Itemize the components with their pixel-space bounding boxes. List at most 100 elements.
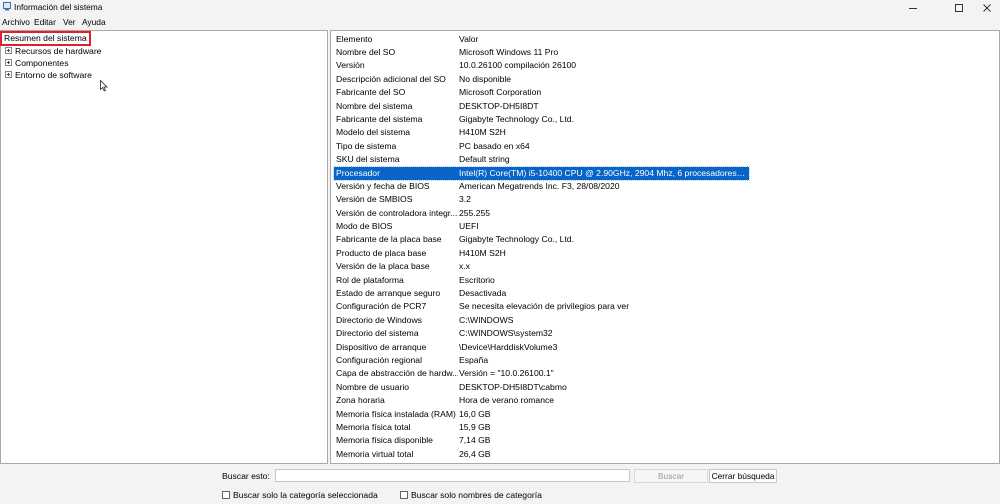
close-button[interactable] xyxy=(972,0,1000,15)
details-list[interactable]: Elemento Valor Nombre del SO Microsoft Wi… xyxy=(330,30,1000,464)
cell-elemento: Rol de plataforma xyxy=(336,274,404,285)
cell-elemento: Memoria física instalada (RAM) xyxy=(336,408,456,419)
menu-editar[interactable]: Editar xyxy=(34,17,56,27)
maximize-button[interactable] xyxy=(944,0,974,15)
cell-elemento: SKU del sistema xyxy=(336,154,400,165)
cell-elemento: Fabricante del SO xyxy=(336,87,406,98)
table-row[interactable]: Nombre de usuario DESKTOP-DH5I8DT\cabmo xyxy=(331,381,999,394)
maximize-icon xyxy=(955,3,963,12)
table-row[interactable]: Producto de placa base H410M S2H xyxy=(331,247,999,260)
table-row[interactable]: Versión de la placa base x.x xyxy=(331,260,999,273)
search-button[interactable]: Buscar xyxy=(634,469,708,483)
menu-ayuda[interactable]: Ayuda xyxy=(82,17,106,27)
search-category-names-checkbox[interactable]: Buscar solo nombres de categoría xyxy=(400,490,542,501)
tree-item-entorno-de-software[interactable]: Entorno de software xyxy=(5,69,92,81)
category-tree[interactable]: Resumen del sistema Recursos de hardware… xyxy=(0,30,328,464)
table-row[interactable]: Memoria física disponible 7,14 GB xyxy=(331,434,999,447)
cell-valor: Default string xyxy=(459,154,510,165)
table-row[interactable]: Directorio del sistema C:\WINDOWS\system3… xyxy=(331,327,999,340)
list-rows: Nombre del SO Microsoft Windows 11 Pro Ver… xyxy=(331,46,999,461)
cell-elemento: Directorio del sistema xyxy=(336,328,419,339)
table-row[interactable]: Capa de abstracción de hardw... Versión =… xyxy=(331,367,999,380)
tree-item-resumen-del-sistema[interactable]: Resumen del sistema xyxy=(0,31,91,46)
table-row[interactable]: Fabricante de la placa base Gigabyte Tech… xyxy=(331,233,999,246)
cell-valor: H410M S2H xyxy=(459,247,506,258)
table-row[interactable]: SKU del sistema Default string xyxy=(331,153,999,166)
table-row[interactable]: Memoria física instalada (RAM) 16,0 GB xyxy=(331,408,999,421)
table-row[interactable]: Modo de BIOS UEFI xyxy=(331,220,999,233)
expand-icon[interactable] xyxy=(5,47,12,55)
table-row[interactable]: Dispositivo de arranque \Device\HarddiskV… xyxy=(331,341,999,354)
checkbox-label: Buscar solo nombres de categoría xyxy=(411,490,542,500)
cell-valor: UEFI xyxy=(459,221,479,232)
table-row[interactable]: Configuración regional España xyxy=(331,354,999,367)
checkbox-box[interactable] xyxy=(222,490,230,499)
cell-valor: España xyxy=(459,354,489,365)
table-row[interactable]: Fabricante del sistema Gigabyte Technolog… xyxy=(331,113,999,126)
cell-valor: Gigabyte Technology Co., Ltd. xyxy=(459,234,574,245)
cell-valor: x.x xyxy=(459,261,470,272)
cell-valor: C:\WINDOWS xyxy=(459,314,514,325)
menu-ver[interactable]: Ver xyxy=(63,17,76,27)
cell-valor: Se necesita elevación de privilegios par… xyxy=(459,301,630,312)
table-row[interactable]: Versión de SMBIOS 3.2 xyxy=(331,193,999,206)
cell-valor: C:\WINDOWS\system32 xyxy=(459,328,553,339)
column-header-elemento[interactable]: Elemento xyxy=(336,34,372,44)
tree-item-label: Componentes xyxy=(15,58,69,68)
cell-valor: H410M S2H xyxy=(459,127,506,138)
cell-elemento: Fabricante del sistema xyxy=(336,113,423,124)
cell-elemento: Versión de la placa base xyxy=(336,261,430,272)
cell-valor: 3.2 xyxy=(459,194,471,205)
cell-elemento: Memoria física disponible xyxy=(336,435,433,446)
cell-elemento: Configuración de PCR7 xyxy=(336,301,427,312)
table-row[interactable]: Versión 10.0.26100 compilación 26100 xyxy=(331,59,999,72)
cell-elemento: Nombre del sistema xyxy=(336,100,413,111)
table-row[interactable]: Procesador Intel(R) Core(TM) i5-10400 CPU… xyxy=(331,165,999,181)
table-row[interactable]: Descripción adicional del SO No disponibl… xyxy=(331,73,999,86)
expand-icon[interactable] xyxy=(5,71,12,79)
tree-item-recursos-de-hardware[interactable]: Recursos de hardware xyxy=(5,45,101,57)
table-row[interactable]: Memoria física total 15,9 GB xyxy=(331,421,999,434)
cell-valor: Hora de verano romance xyxy=(459,395,555,406)
cell-elemento: Directorio de Windows xyxy=(336,314,422,325)
table-row[interactable]: Zona horaria Hora de verano romance xyxy=(331,394,999,407)
table-row[interactable]: Nombre del SO Microsoft Windows 11 Pro xyxy=(331,46,999,59)
table-row[interactable]: Rol de plataforma Escritorio xyxy=(331,274,999,287)
expand-icon[interactable] xyxy=(5,59,12,67)
cell-valor: 7,14 GB xyxy=(459,435,491,446)
tree-item-componentes[interactable]: Componentes xyxy=(5,57,69,69)
search-input[interactable] xyxy=(275,469,630,482)
table-row[interactable]: Fabricante del SO Microsoft Corporation xyxy=(331,86,999,99)
table-row[interactable]: Configuración de PCR7 Se necesita elevaci… xyxy=(331,300,999,313)
cell-elemento: Memoria física total xyxy=(336,421,411,432)
table-row[interactable]: Versión y fecha de BIOS American Megatren… xyxy=(331,180,999,193)
table-row[interactable]: Nombre del sistema DESKTOP-DH5I8DT xyxy=(331,100,999,113)
table-row[interactable]: Tipo de sistema PC basado en x64 xyxy=(331,140,999,153)
cell-elemento: Configuración regional xyxy=(336,354,422,365)
cell-valor: PC basado en x64 xyxy=(459,140,530,151)
table-row[interactable]: Estado de arranque seguro Desactivada xyxy=(331,287,999,300)
window-title: Información del sistema xyxy=(14,2,103,12)
cell-elemento: Modelo del sistema xyxy=(336,127,411,138)
search-selected-category-checkbox[interactable]: Buscar solo la categoría seleccionada xyxy=(222,490,378,501)
cell-elemento: Zona horaria xyxy=(336,395,385,406)
checkbox-box[interactable] xyxy=(400,490,408,499)
table-row[interactable]: Directorio de Windows C:\WINDOWS xyxy=(331,314,999,327)
cell-valor: 10.0.26100 compilación 26100 xyxy=(459,60,577,71)
table-row[interactable]: Memoria virtual total 26,4 GB xyxy=(331,448,999,461)
menu-archivo[interactable]: Archivo xyxy=(2,17,30,27)
cell-valor: Gigabyte Technology Co., Ltd. xyxy=(459,113,574,124)
checkbox-label: Buscar solo la categoría seleccionada xyxy=(233,490,378,500)
minimize-button[interactable] xyxy=(898,0,928,15)
system-info-app-icon xyxy=(3,2,11,11)
cell-elemento: Versión xyxy=(336,60,365,71)
close-icon xyxy=(983,3,991,12)
cell-elemento: Procesador xyxy=(336,167,380,178)
close-search-button[interactable]: Cerrar búsqueda xyxy=(709,469,777,483)
column-header-valor[interactable]: Valor xyxy=(459,34,478,44)
cell-elemento: Modo de BIOS xyxy=(336,221,393,232)
cell-valor: Desactivada xyxy=(459,288,507,299)
search-label: Buscar esto: xyxy=(222,471,270,481)
table-row[interactable]: Modelo del sistema H410M S2H xyxy=(331,126,999,139)
table-row[interactable]: Versión de controladora integr... 255.255 xyxy=(331,207,999,220)
